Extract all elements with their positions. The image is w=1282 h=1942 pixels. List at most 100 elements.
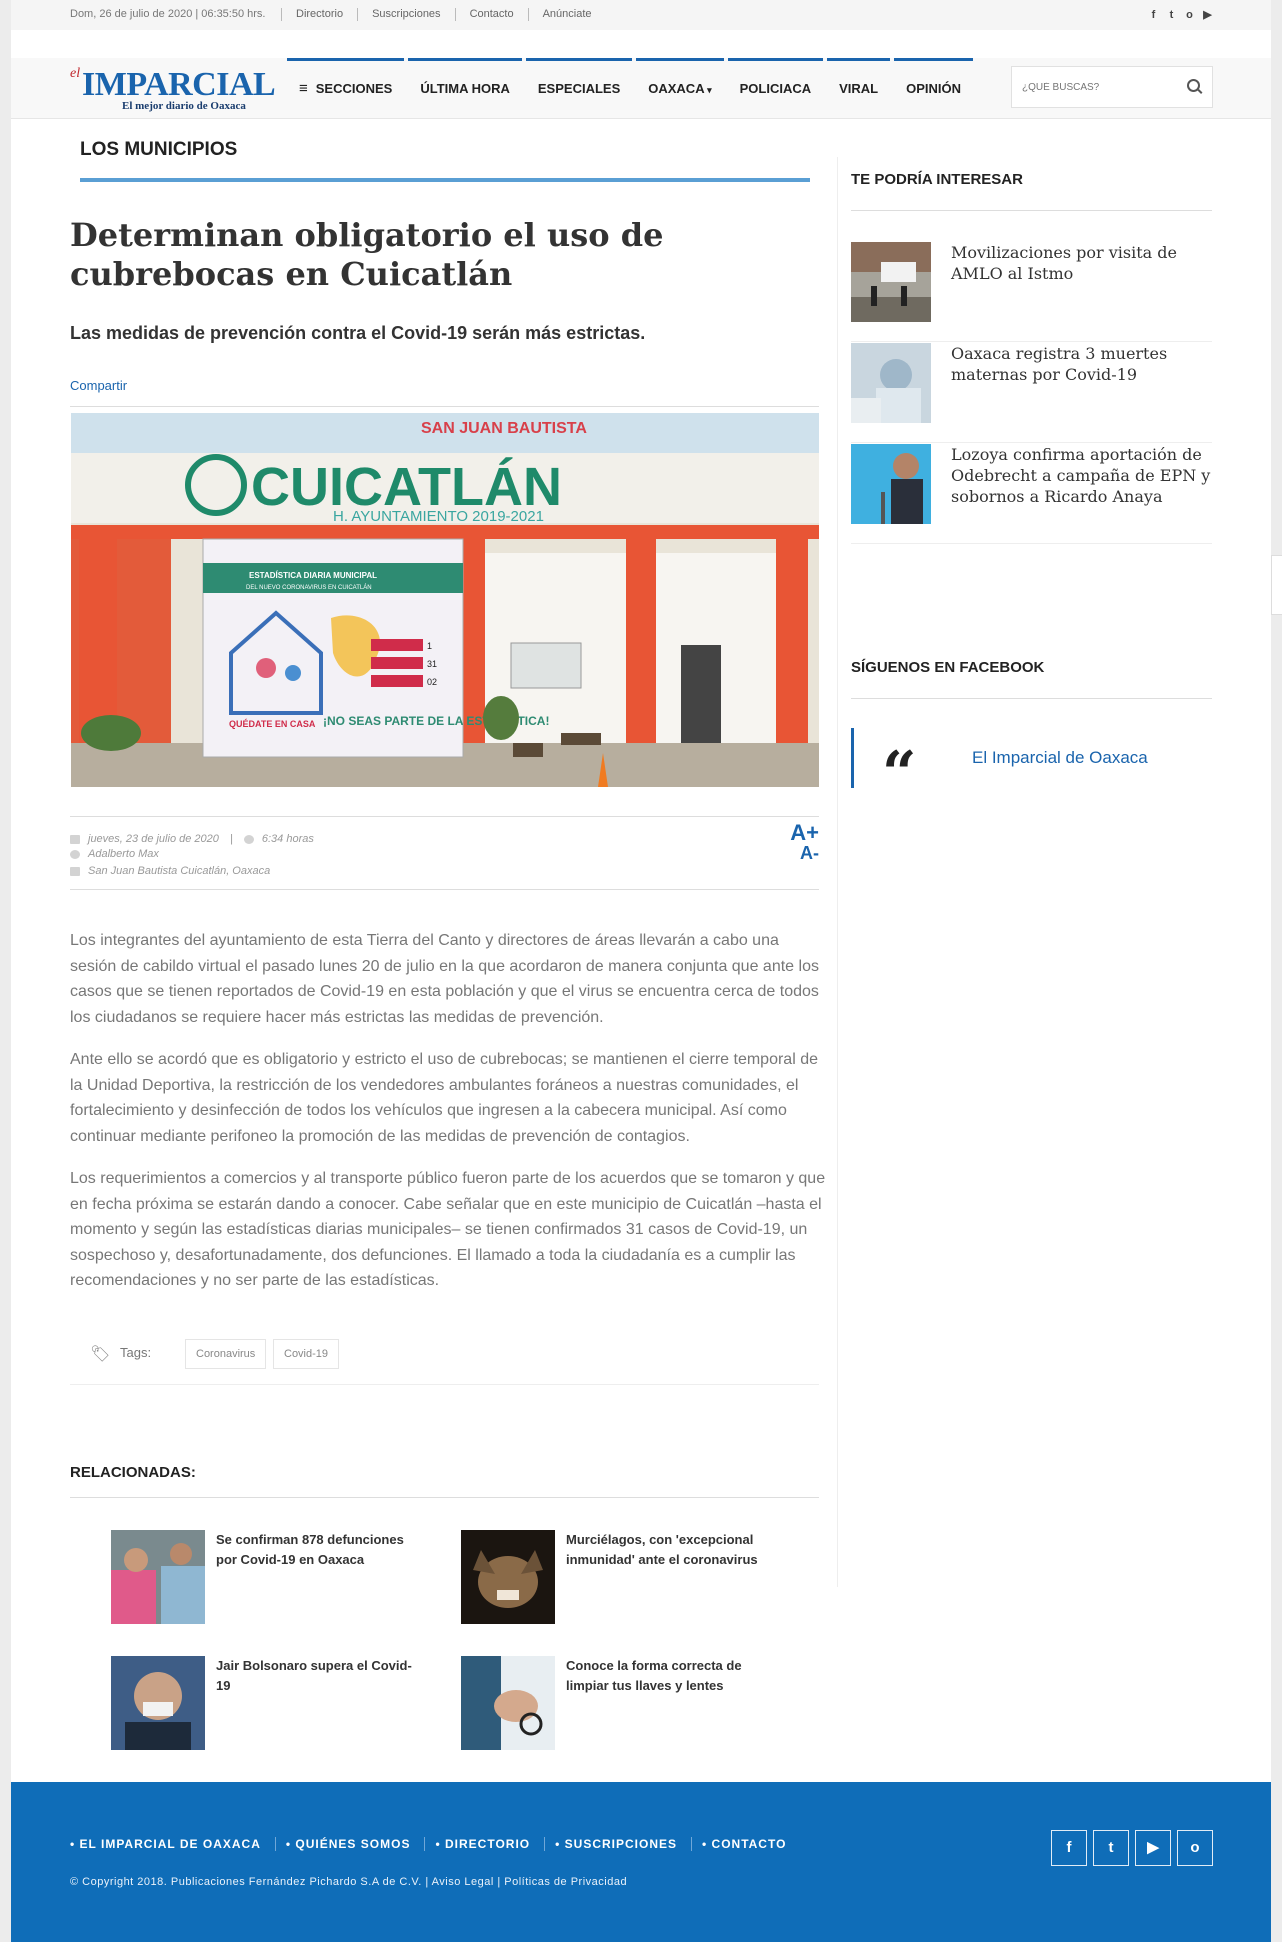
search-box [1011, 66, 1213, 108]
hero-poster-count-2: 31 [427, 659, 437, 669]
chevron-down-icon: ▾ [704, 85, 712, 95]
hero-poster-home: QUÉDATE EN CASA [229, 719, 316, 729]
font-size-controls: A+ A- [790, 822, 819, 864]
nav-secciones[interactable]: ≡ SECCIONES [287, 58, 405, 118]
hero-image: SAN JUAN BAUTISTA CUICATLÁN H. AYUNTAMIE… [71, 413, 819, 787]
header: el IMPARCIAL El mejor diario de Oaxaca ≡… [11, 58, 1271, 119]
current-date: Dom, 26 de julio de 2020 | 06:35:50 hrs. [70, 8, 266, 20]
related-divider [70, 1497, 819, 1498]
copyright: © Copyright 2018. Publicaciones Fernánde… [70, 1876, 628, 1888]
publish-time: 6:34 horas [261, 833, 314, 845]
related-thumbnail[interactable] [461, 1530, 555, 1624]
calendar-icon [70, 834, 80, 844]
article-author: Adalberto Max [88, 848, 159, 860]
menu-icon: ≡ [299, 80, 308, 97]
search-input[interactable] [1012, 67, 1174, 107]
footer-link-quienes-somos[interactable]: • QUIÉNES SOMOS [286, 1837, 426, 1851]
nav-viral[interactable]: VIRAL [827, 58, 891, 118]
meta-date-row: jueves, 23 de julio de 2020 | 6:34 horas [70, 833, 314, 845]
logo-text: IMPARCIAL [82, 66, 276, 103]
meta-separator: | [229, 833, 233, 845]
facebook-title: SÍGUENOS EN FACEBOOK [851, 659, 1045, 676]
font-decrease-button[interactable]: A- [790, 843, 819, 863]
nav-policiaca[interactable]: POLICIACA [727, 58, 824, 118]
footer-social: f t ▶ o [1051, 1830, 1213, 1866]
top-link-suscripciones[interactable]: Suscripciones [357, 8, 454, 21]
sidebar-item[interactable]: Lozoya confirma aportación de Odebrecht … [851, 443, 1212, 544]
footer-link-contacto[interactable]: • CONTACTO [702, 1837, 800, 1851]
interest-title: TE PODRÍA INTERESAR [851, 171, 1023, 188]
related-thumbnail[interactable] [111, 1530, 205, 1624]
hero-banner-sub: H. AYUNTAMIENTO 2019-2021 [333, 508, 544, 525]
sidebar-headline[interactable]: Movilizaciones por visita de AMLO al Ist… [951, 242, 1216, 284]
article-paragraph: Los requerimientos a comercios y al tran… [70, 1170, 826, 1289]
related-headline[interactable]: Conoce la forma correcta de limpiar tus … [566, 1656, 766, 1696]
hero-poster-title: ESTADÍSTICA DIARIA MUNICIPAL [249, 571, 377, 580]
side-tab-handle[interactable] [1271, 555, 1282, 615]
tag-coronavirus[interactable]: Coronavirus [185, 1339, 267, 1369]
instagram-icon[interactable]: o [1177, 1830, 1213, 1866]
article-body: Los integrantes del ayuntamiento de esta… [70, 928, 826, 1311]
youtube-icon[interactable]: ▶ [1135, 1830, 1171, 1866]
sidebar-item[interactable]: Oaxaca registra 3 muertes maternas por C… [851, 342, 1212, 443]
hero-image-frame: SAN JUAN BAUTISTA CUICATLÁN H. AYUNTAMIE… [70, 406, 819, 787]
logo-prefix: el [70, 66, 81, 81]
nav-especiales[interactable]: ESPECIALES [525, 58, 633, 118]
search-icon[interactable] [1187, 79, 1200, 92]
tags-icon: 🏷 [90, 1346, 111, 1363]
sidebar-thumbnail[interactable] [851, 343, 931, 423]
related-headline[interactable]: Murciélagos, con 'excepcional inmunidad'… [566, 1530, 766, 1570]
sidebar-item[interactable]: Movilizaciones por visita de AMLO al Ist… [851, 241, 1212, 342]
related-thumbnail[interactable] [461, 1656, 555, 1750]
page: Dom, 26 de julio de 2020 | 06:35:50 hrs.… [11, 0, 1271, 1942]
facebook-icon[interactable]: f [1051, 1830, 1087, 1866]
publish-date: jueves, 23 de julio de 2020 [88, 833, 219, 845]
section-title[interactable]: LOS MUNICIPIOS [80, 139, 237, 161]
article-meta: jueves, 23 de julio de 2020 | 6:34 horas… [70, 816, 819, 890]
related-title: RELACIONADAS: [70, 1464, 196, 1481]
youtube-icon[interactable]: ▶ [1202, 10, 1213, 21]
related-headline[interactable]: Se confirman 878 defunciones por Covid-1… [216, 1530, 416, 1570]
nav-ultima-hora[interactable]: ÚLTIMA HORA [408, 58, 522, 118]
nav-opinion[interactable]: OPINIÓN [894, 58, 974, 118]
footer: • EL IMPARCIAL DE OAXACA • QUIÉNES SOMOS… [11, 1782, 1271, 1942]
article-title: Determinan obligatorio el uso de cubrebo… [70, 216, 664, 293]
footer-link-imparcial[interactable]: • EL IMPARCIAL DE OAXACA [70, 1837, 276, 1851]
facebook-divider [851, 698, 1212, 699]
top-link-contacto[interactable]: Contacto [454, 8, 528, 21]
twitter-icon[interactable]: t [1093, 1830, 1129, 1866]
top-link-anunciate[interactable]: Anúnciate [527, 8, 606, 21]
twitter-icon[interactable]: t [1166, 10, 1177, 21]
nav-oaxaca-label: OAXACA [648, 81, 705, 96]
footer-link-directorio[interactable]: • DIRECTORIO [435, 1837, 546, 1851]
site-logo[interactable]: el IMPARCIAL El mejor diario de Oaxaca [70, 66, 276, 112]
article-location: San Juan Bautista Cuicatlán, Oaxaca [88, 865, 271, 877]
sidebar-headline[interactable]: Lozoya confirma aportación de Odebrecht … [951, 444, 1216, 507]
section-divider [80, 178, 810, 182]
clock-icon [243, 834, 254, 844]
top-link-directorio[interactable]: Directorio [281, 8, 357, 21]
article-paragraph: Ante ello se acordó que es obligatorio y… [70, 1051, 818, 1145]
instagram-icon[interactable]: o [1184, 10, 1195, 21]
related-thumbnail[interactable] [111, 1656, 205, 1750]
related-headline[interactable]: Jair Bolsonaro supera el Covid-19 [216, 1656, 416, 1696]
interest-divider [851, 210, 1212, 211]
font-increase-button[interactable]: A+ [790, 822, 819, 844]
nav-oaxaca[interactable]: OAXACA ▾ [636, 58, 724, 118]
nav-secciones-label: SECCIONES [315, 81, 393, 96]
main-nav: ≡ SECCIONES ÚLTIMA HORA ESPECIALES OAXACA… [287, 58, 977, 118]
sidebar-headline[interactable]: Oaxaca registra 3 muertes maternas por C… [951, 343, 1216, 385]
hero-banner-top: SAN JUAN BAUTISTA [421, 420, 587, 437]
sidebar-thumbnail[interactable] [851, 444, 931, 524]
tag-covid-19[interactable]: Covid-19 [273, 1339, 340, 1369]
sidebar-thumbnail[interactable] [851, 242, 931, 322]
facebook-icon[interactable]: f [1148, 10, 1159, 21]
sidebar-divider [837, 157, 838, 1587]
facebook-page-link[interactable]: El Imparcial de Oaxaca [972, 748, 1148, 768]
tags-label: Tags: [120, 1345, 152, 1360]
top-links: Directorio Suscripciones Contacto Anúnci… [281, 8, 606, 21]
user-icon [70, 849, 80, 859]
share-link[interactable]: Compartir [70, 378, 127, 393]
meta-author-row: Adalberto Max [70, 848, 159, 860]
footer-link-suscripciones[interactable]: • SUSCRIPCIONES [555, 1837, 692, 1851]
